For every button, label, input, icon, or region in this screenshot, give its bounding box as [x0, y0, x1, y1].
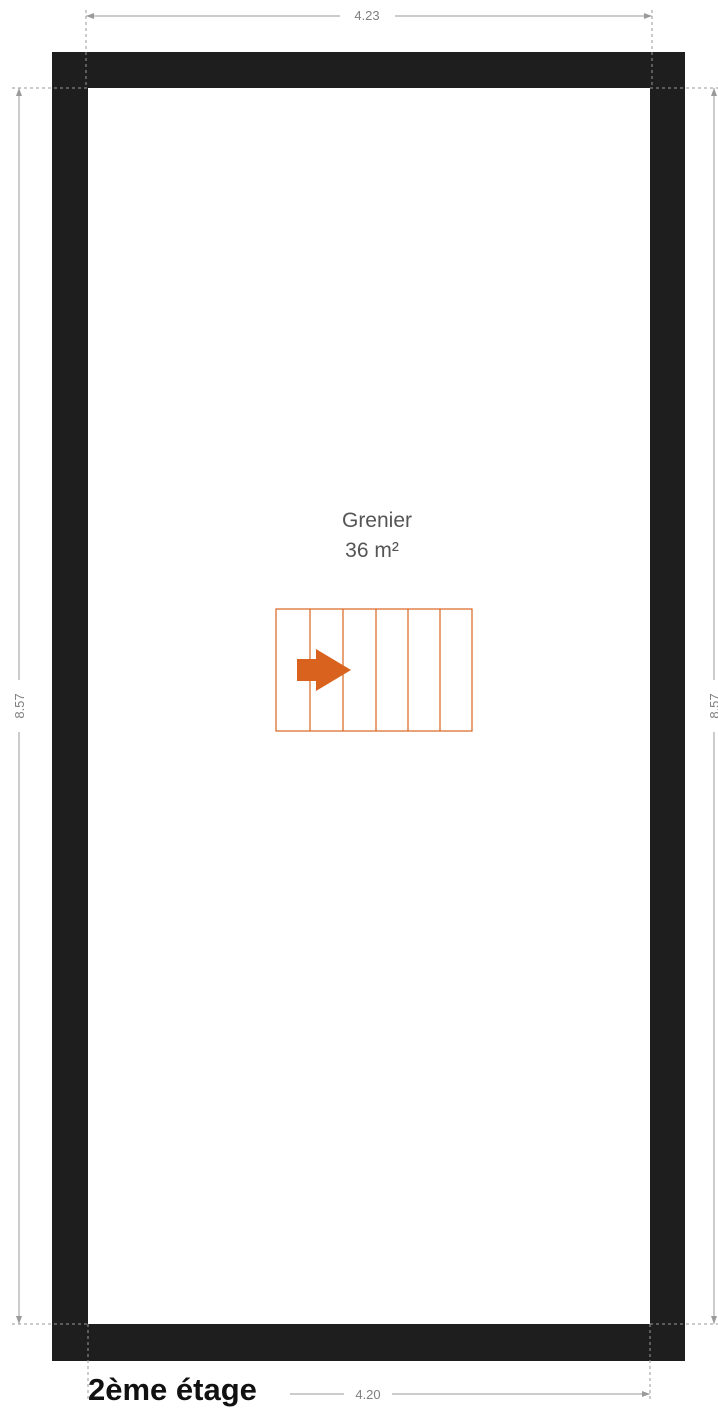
dimension-bottom: 4.20 [290, 1387, 650, 1402]
dimension-right-label: 8.57 [707, 693, 718, 718]
dimension-top-label: 4.23 [354, 8, 379, 23]
dimension-bottom-label: 4.20 [355, 1387, 380, 1402]
floor-label: 2ème étage [88, 1372, 257, 1407]
dimension-left-label: 8.57 [12, 693, 27, 718]
room-area: 36 m² [345, 539, 399, 562]
wall-bottom [52, 1324, 685, 1361]
walls [52, 52, 685, 1361]
room-name: Grenier [342, 509, 412, 532]
dimension-left: 8.57 [12, 88, 27, 1324]
extension-lines [12, 10, 718, 1402]
wall-right [650, 52, 685, 1361]
dimension-right: 8.57 [707, 88, 718, 1324]
wall-left [52, 52, 88, 1361]
dimension-top: 4.23 [86, 8, 652, 23]
floor-plan: 4.23 8.57 8.57 4.20 Grenier 36 m² [12, 8, 718, 1402]
wall-top [52, 52, 685, 88]
